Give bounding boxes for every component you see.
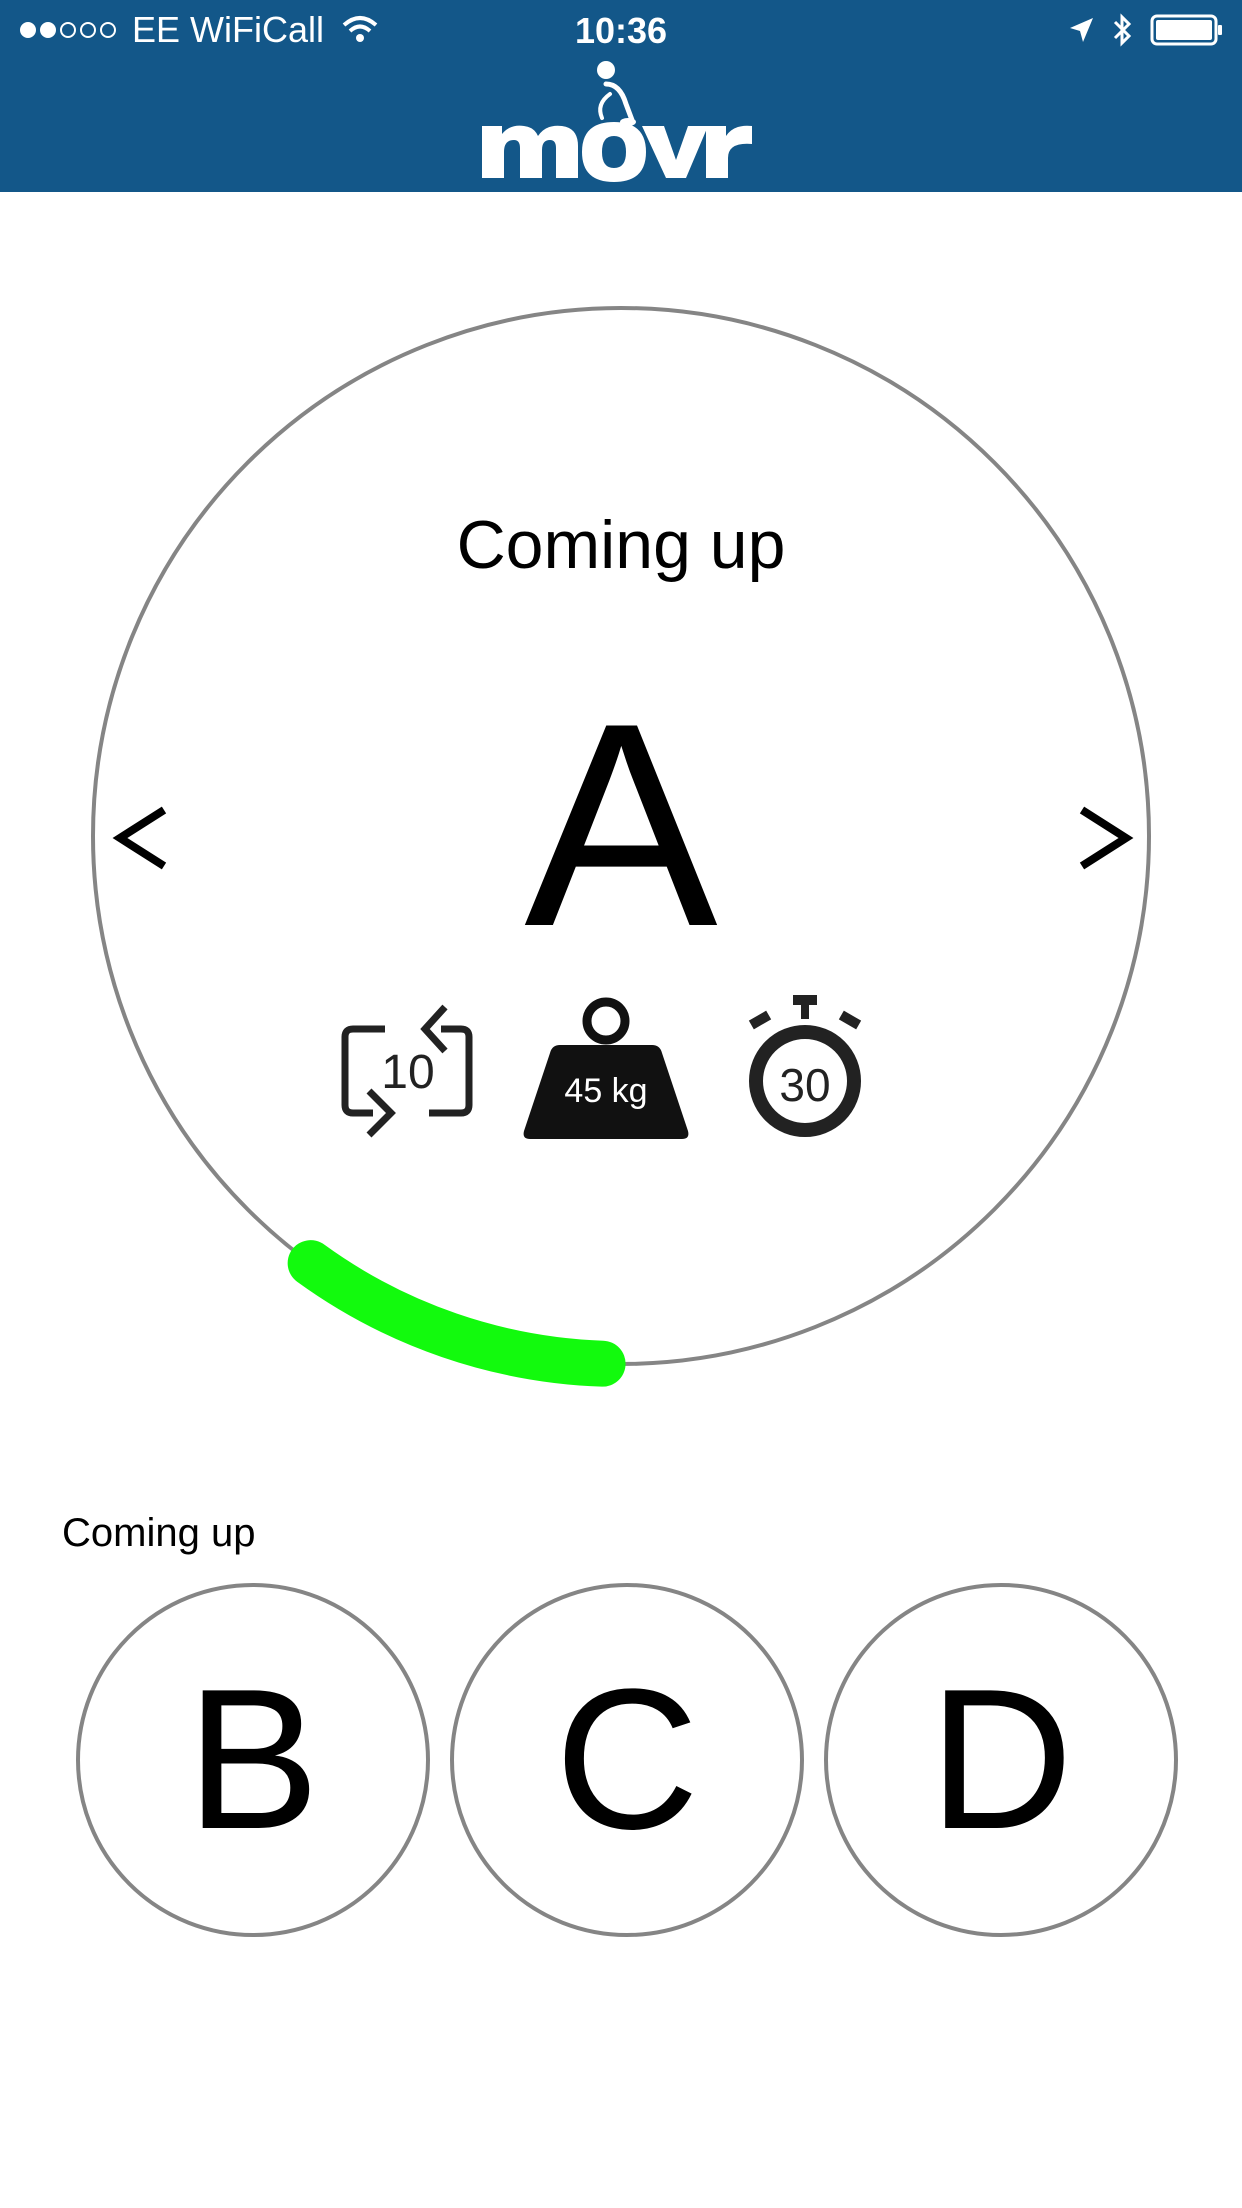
queue-item-c[interactable]: C bbox=[450, 1583, 804, 1937]
next-arrow-icon[interactable] bbox=[1062, 790, 1142, 890]
queue-item-d[interactable]: D bbox=[824, 1583, 1178, 1937]
queue-item-b[interactable]: B bbox=[76, 1583, 430, 1937]
reps-value: 10 bbox=[381, 1046, 435, 1099]
queue-item-letter: D bbox=[928, 1648, 1074, 1871]
queue-item-letter: B bbox=[186, 1648, 320, 1871]
current-title: Coming up bbox=[456, 507, 786, 583]
current-exercise-letter: A bbox=[524, 663, 718, 987]
previous-arrow-icon[interactable] bbox=[104, 790, 184, 890]
progress-arc bbox=[287, 1240, 626, 1387]
timer-value: 30 bbox=[779, 1059, 831, 1111]
kettlebell-weight-icon bbox=[523, 997, 689, 1139]
queue-label: Coming up bbox=[62, 1511, 256, 1555]
queue-item-letter: C bbox=[554, 1648, 700, 1871]
weight-value: 45 kg bbox=[564, 1072, 648, 1110]
